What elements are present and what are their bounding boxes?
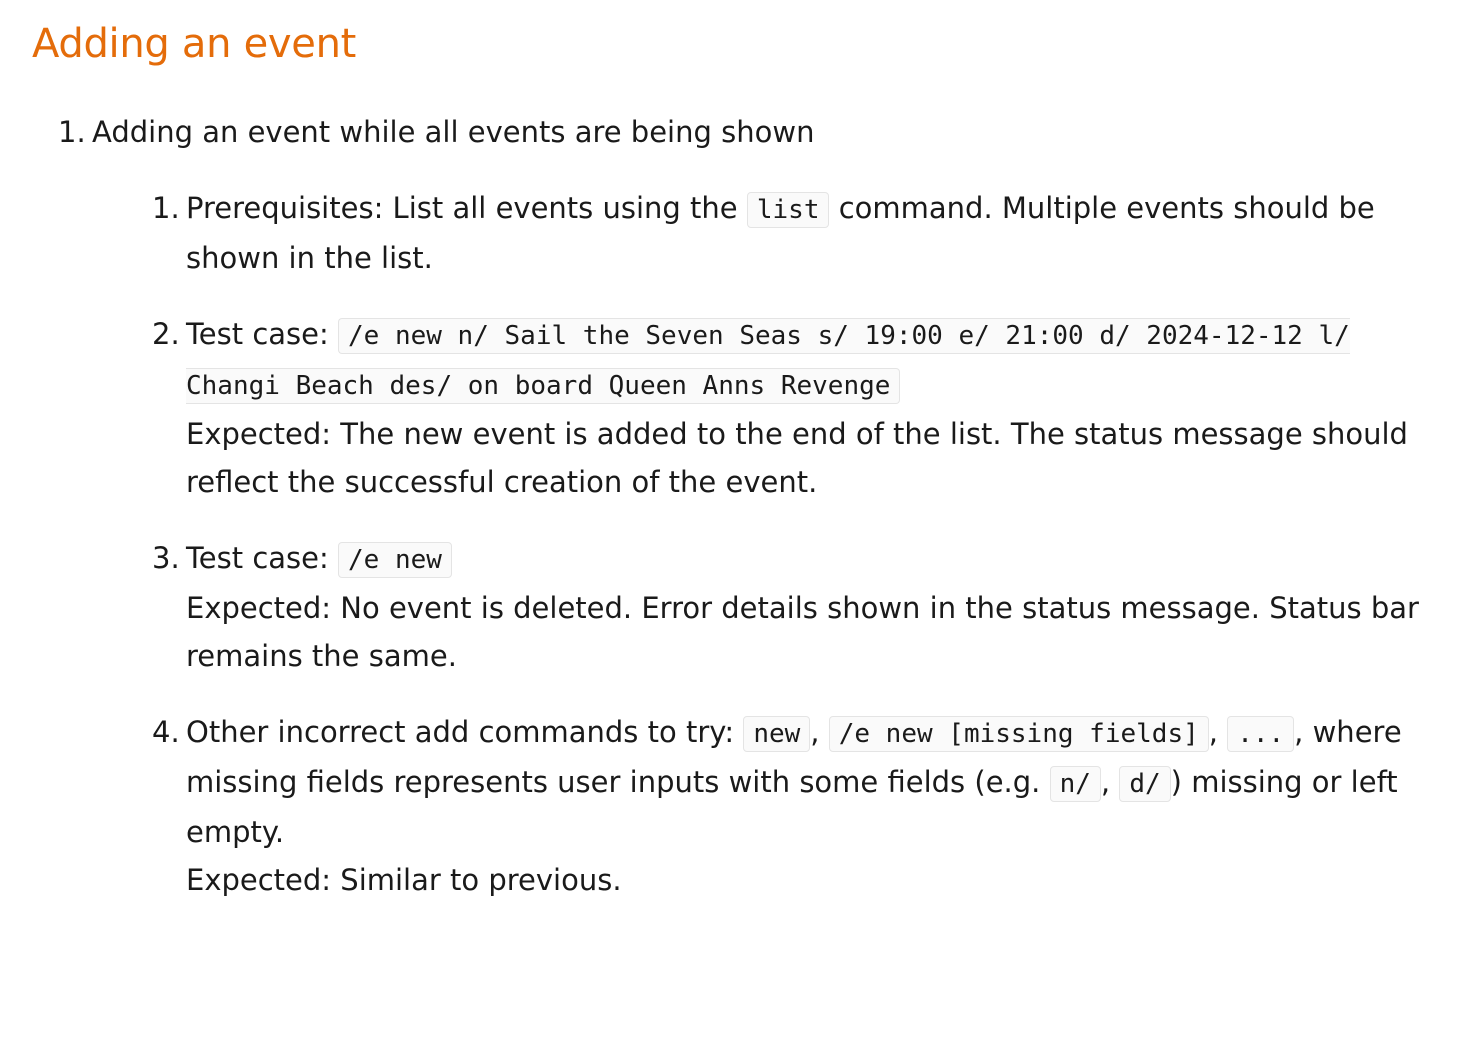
list-number: 3. [152,541,180,575]
outer-item-text: Adding an event while all events are bei… [92,115,815,149]
list-item-other-commands: 4. Other incorrect add commands to try: … [92,708,1462,904]
list-number: 1. [58,115,86,149]
code-d-prefix: d/ [1119,766,1171,802]
expected-text: Expected: Similar to previous. [186,863,622,897]
list-item-prerequisites: 1. Prerequisites: List all events using … [92,184,1462,282]
list-item-test-case-add: 2. Test case: /e new n/ Sail the Seven S… [92,310,1462,506]
code-list-command: list [746,192,830,228]
list-item-test-case-new: 3. Test case: /e new Expected: No event … [92,534,1462,680]
separator: , [810,715,829,749]
item-text: Test case: [186,317,338,351]
section-heading: Adding an event [32,21,357,67]
expected-text: Expected: No event is deleted. Error det… [186,591,1419,673]
expected-text: Expected: The new event is added to the … [186,417,1408,499]
item-text: Prerequisites: List all events using the [186,191,747,225]
code-add-command: /e new n/ Sail the Seven Seas s/ 19:00 e… [186,318,1350,404]
list-number: 2. [152,317,180,351]
code-new: new [743,716,811,752]
separator: , [1208,715,1228,749]
document-page: Adding an event 1. Adding an event while… [0,0,1462,904]
code-new-command: /e new [337,542,452,578]
code-missing-fields: /e new [missing fields] [828,716,1209,752]
list-number: 1. [152,191,180,225]
code-n-prefix: n/ [1049,766,1101,802]
list-number: 4. [152,715,180,749]
separator: , [1100,765,1120,799]
outer-list-item: 1. Adding an event while all events are … [58,108,1462,904]
outer-list: 1. Adding an event while all events are … [58,108,1462,904]
item-text: Test case: [186,541,338,575]
inner-list: 1. Prerequisites: List all events using … [92,184,1462,904]
item-text: Other incorrect add commands to try: [186,715,744,749]
code-ellipsis: ... [1227,716,1295,752]
